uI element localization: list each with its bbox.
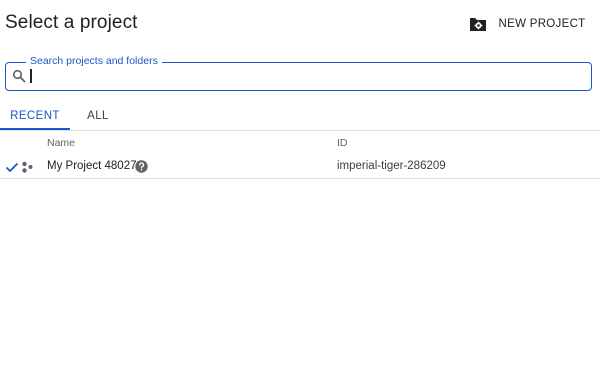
project-id: imperial-tiger-286209	[337, 160, 446, 172]
table-row[interactable]: My Project 48027 imperial-tiger-286209	[0, 155, 600, 179]
create-folder-icon	[470, 18, 486, 31]
column-header-name: Name	[47, 137, 76, 149]
search-icon	[12, 69, 26, 83]
text-caret	[30, 69, 32, 83]
organization-icon	[22, 161, 33, 173]
tabs-divider	[0, 130, 600, 131]
search-input[interactable]	[28, 66, 583, 86]
row-divider	[0, 178, 600, 179]
dialog-title: Select a project	[5, 12, 138, 33]
tab-recent[interactable]: RECENT	[0, 104, 70, 131]
check-icon	[5, 162, 19, 173]
create-folder-button[interactable]	[467, 13, 489, 35]
project-name[interactable]: My Project 48027	[47, 160, 137, 172]
new-project-button[interactable]: NEW PROJECT	[498, 10, 586, 38]
tab-all[interactable]: ALL	[70, 104, 126, 131]
help-icon[interactable]	[135, 160, 148, 173]
column-header-id: ID	[337, 137, 348, 149]
search-field[interactable]: Search projects and folders	[5, 55, 592, 91]
tab-bar: RECENT ALL	[0, 104, 600, 131]
dialog-header: Select a project NEW PROJECT	[0, 0, 600, 48]
